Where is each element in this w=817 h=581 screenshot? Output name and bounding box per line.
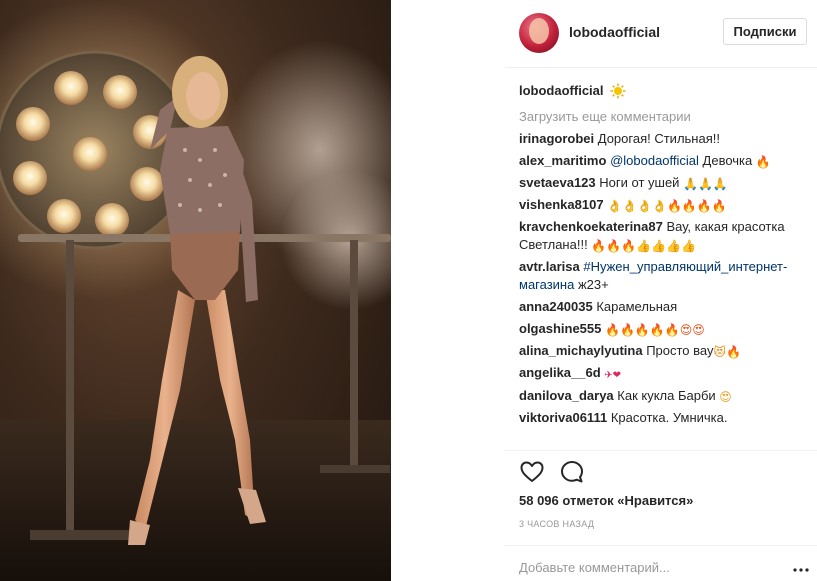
add-comment-bar [505, 545, 817, 581]
load-more-comments-link[interactable]: Загрузить еще комментарии [519, 108, 809, 126]
header-username[interactable]: lobodaofficial [569, 24, 660, 40]
sun-icon [610, 83, 626, 99]
comment: irinagorobei Дорогая! Стильная!! [519, 130, 809, 148]
comment-text: Карамельная [596, 299, 678, 314]
caption-username[interactable]: lobodaofficial [519, 82, 604, 100]
comment: viktoriva06111 Красотка. Умничка. [519, 409, 809, 427]
post-timestamp[interactable]: 3 ЧАСОВ НАЗАД [519, 519, 594, 529]
comment: anna240035 Карамельная [519, 298, 809, 316]
emoji-row: 🔥🔥🔥🔥🔥😍😍 [605, 323, 705, 337]
post-photo[interactable] [0, 0, 391, 581]
avatar[interactable] [519, 13, 559, 53]
photo-image [0, 0, 391, 581]
comment: olgashine555 🔥🔥🔥🔥🔥😍😍 [519, 320, 809, 338]
emoji-row: 🔥🔥🔥👍👍👍👍 [591, 239, 696, 253]
emoji-row: 👌👌👌👌🔥🔥🔥🔥 [607, 199, 727, 213]
comments-list[interactable]: lobodaofficial Загрузить еще комментарии… [519, 78, 809, 450]
comment-text: Просто вау [646, 343, 714, 358]
comment-username[interactable]: kravchenkoekaterina87 [519, 219, 663, 234]
caption: lobodaofficial [519, 78, 809, 104]
comment-text: Красотка. Умничка. [610, 410, 728, 425]
comment-text: Ноги от ушей [599, 175, 684, 190]
pray-emoji: 🙏🙏🙏 [683, 177, 728, 191]
emoji-row: ✈❤ [604, 370, 622, 381]
more-dots-icon[interactable] [793, 560, 809, 572]
post-header: lobodaofficial Подписки [505, 0, 817, 68]
heart-icon[interactable] [519, 459, 545, 485]
action-icons [519, 459, 585, 485]
comment-username[interactable]: olgashine555 [519, 321, 601, 336]
comment: danilova_darya Как кукла Барби 😍 [519, 387, 809, 405]
post-panel: lobodaofficial Подписки lobodaofficial З… [505, 0, 817, 581]
comment-username[interactable]: danilova_darya [519, 388, 614, 403]
comment: svetaeva123 Ноги от ушей 🙏🙏🙏 [519, 174, 809, 192]
comment: kravchenkoekaterina87 Вау, какая красотк… [519, 218, 809, 254]
comment-icon[interactable] [559, 459, 585, 485]
comment: angelika__6d ✈❤ [519, 364, 809, 383]
comment-username[interactable]: anna240035 [519, 299, 593, 314]
comment-username[interactable]: angelika__6d [519, 365, 601, 380]
emoji-row: 😻🔥 [713, 345, 741, 359]
comment-username[interactable]: irinagorobei [519, 131, 594, 146]
likes-count[interactable]: 58 096 отметок «Нравится» [519, 493, 693, 508]
comment-text: Дорогая! Стильная!! [597, 131, 720, 146]
heart-eyes-emoji: 😍 [719, 390, 732, 404]
comment: avtr.larisa #Нужен_управляющий_интернет-… [519, 258, 809, 294]
comment-mention-link[interactable]: @lobodaofficial [610, 153, 699, 168]
comment-username[interactable]: alex_maritimo [519, 153, 606, 168]
comment-username[interactable]: viktoriva06111 [519, 410, 607, 425]
comment-username[interactable]: avtr.larisa [519, 259, 580, 274]
comment-text: Девочка [698, 153, 756, 168]
comment: alina_michaylyutina Просто вау😻🔥 [519, 342, 809, 360]
comment: alex_maritimo @lobodaofficial Девочка 🔥 [519, 152, 809, 170]
comment-username[interactable]: alina_michaylyutina [519, 343, 643, 358]
fire-emoji: 🔥 [755, 155, 771, 169]
add-comment-input[interactable] [519, 558, 779, 576]
comment: vishenka8107 👌👌👌👌🔥🔥🔥🔥 [519, 196, 809, 214]
post-actions: 58 096 отметок «Нравится» 3 ЧАСОВ НАЗАД [505, 450, 817, 540]
comment-username[interactable]: svetaeva123 [519, 175, 596, 190]
following-button[interactable]: Подписки [723, 18, 807, 45]
comment-text: Как кукла Барби [617, 388, 720, 403]
comment-text: ж23+ [574, 277, 609, 292]
comment-username[interactable]: vishenka8107 [519, 197, 604, 212]
